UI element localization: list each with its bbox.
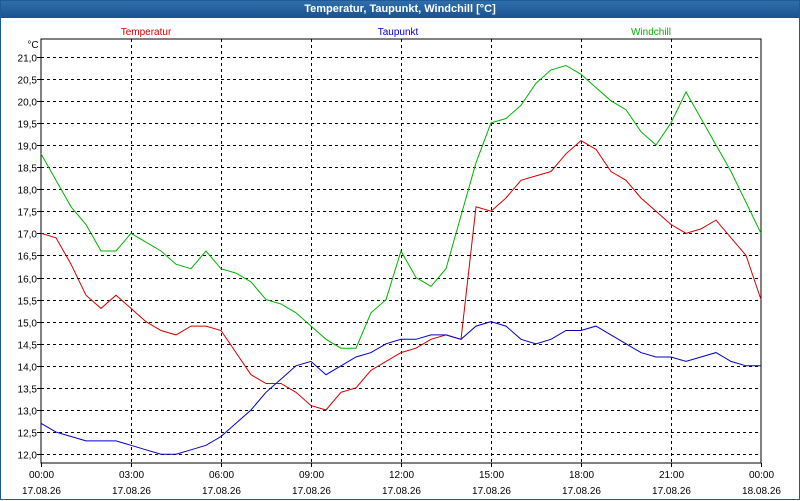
y-tick-label: 15,5 — [18, 297, 38, 308]
x-tick-time-label: 15:00 — [479, 470, 504, 481]
chart-window: Temperatur, Taupunkt, Windchill [°C] 12,… — [0, 0, 800, 500]
legend-taupunkt: Taupunkt — [378, 27, 419, 38]
y-tick-label: 20,0 — [18, 98, 38, 109]
line-chart: 12,0 12,5 13,0 13,5 14,0 14,5 15,0 15,5 16,0 16,5… — [18, 27, 782, 497]
y-tick-label: 16,5 — [18, 252, 38, 263]
x-tick-date-label: 17.08.26 — [382, 486, 421, 497]
x-tick-time-label: 21:00 — [659, 470, 684, 481]
y-tick-label: 12,0 — [18, 451, 38, 462]
y-axis-label: °C — [27, 40, 38, 51]
x-tick-time-label: 00:00 — [29, 470, 54, 481]
y-tick-label: 13,0 — [18, 407, 38, 418]
y-tick-label: 15,0 — [18, 319, 38, 330]
y-tick-label: 18,0 — [18, 186, 38, 197]
y-tick-label: 19,0 — [18, 142, 38, 153]
x-tick-date-label: 17.08.26 — [562, 486, 601, 497]
y-tick-label: 19,5 — [18, 120, 38, 131]
y-tick-label: 16,0 — [18, 275, 38, 286]
x-tick-time-label: 06:00 — [209, 470, 234, 481]
x-tick-time-label: 09:00 — [299, 470, 324, 481]
y-tick-label: 17,5 — [18, 208, 38, 219]
x-tick-time-label: 00:00 — [749, 470, 774, 481]
y-tick-label: 14,0 — [18, 363, 38, 374]
y-tick-label: 18,5 — [18, 164, 38, 175]
y-tick-label: 13,5 — [18, 385, 38, 396]
x-tick-date-label: 18.08.26 — [742, 486, 781, 497]
y-tick-label: 21,0 — [18, 54, 38, 65]
y-tick-label: 20,5 — [18, 76, 38, 87]
x-tick-date-label: 17.08.26 — [652, 486, 691, 497]
x-tick-date-label: 17.08.26 — [472, 486, 511, 497]
legend-temperatur: Temperatur — [121, 27, 172, 38]
x-tick-time-label: 18:00 — [569, 470, 594, 481]
x-tick-date-label: 17.08.26 — [22, 486, 61, 497]
legend-windchill: Windchill — [631, 27, 671, 38]
x-tick-time-label: 12:00 — [389, 470, 414, 481]
axes: 12,0 12,5 13,0 13,5 14,0 14,5 15,0 15,5 16,0 16,5… — [18, 38, 781, 497]
y-tick-label: 14,5 — [18, 341, 38, 352]
x-tick-date-label: 17.08.26 — [292, 486, 331, 497]
x-tick-time-label: 03:00 — [119, 470, 144, 481]
y-tick-label: 17,0 — [18, 230, 38, 241]
x-tick-date-label: 17.08.26 — [202, 486, 241, 497]
y-tick-label: 12,5 — [18, 429, 38, 440]
x-tick-date-label: 17.08.26 — [112, 486, 151, 497]
legend: Temperatur Taupunkt Windchill — [121, 27, 671, 38]
